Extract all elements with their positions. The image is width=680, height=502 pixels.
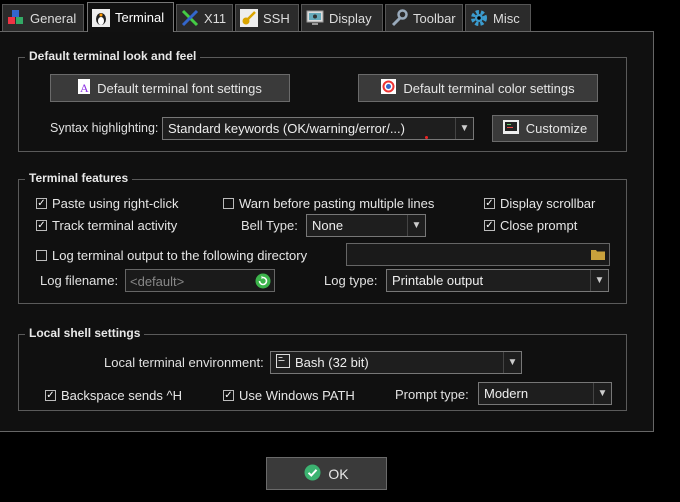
cubes-icon: [7, 9, 25, 27]
checkbox-label: Track terminal activity: [52, 218, 178, 233]
prompt-type-select[interactable]: Modern ▼: [478, 382, 612, 405]
log-filename-placeholder: <default>: [130, 274, 185, 289]
chevron-down-icon: ▼: [503, 352, 521, 373]
group-title: Terminal features: [25, 171, 133, 185]
checkmark-icon: ✓: [484, 219, 495, 231]
monitor-icon: [306, 9, 324, 27]
tab-general[interactable]: General: [2, 4, 84, 31]
checkbox-label: Log terminal output to the following dir…: [52, 248, 308, 263]
close-prompt-checkbox[interactable]: ✓ Close prompt: [484, 218, 577, 233]
select-value: Bash (32 bit): [295, 355, 369, 370]
customize-button[interactable]: Customize: [492, 115, 598, 142]
palette-icon: [381, 79, 397, 97]
log-filename-field[interactable]: <default>: [125, 269, 275, 292]
bell-type-select[interactable]: None ▼: [306, 214, 426, 237]
button-label: Default terminal color settings: [403, 80, 575, 96]
windows-path-checkbox[interactable]: ✓ Use Windows PATH: [223, 388, 355, 403]
group-title: Default terminal look and feel: [25, 49, 201, 63]
checkbox-label: Close prompt: [500, 218, 578, 233]
checkbox-label: Paste using right-click: [52, 196, 179, 211]
tab-terminal[interactable]: Terminal: [87, 2, 174, 32]
button-label: Customize: [525, 121, 588, 136]
tab-display[interactable]: Display: [301, 4, 383, 31]
warn-paste-checkbox[interactable]: Warn before pasting multiple lines: [223, 196, 434, 211]
color-settings-button[interactable]: Default terminal color settings: [358, 74, 598, 102]
display-scrollbar-checkbox[interactable]: ✓ Display scrollbar: [484, 196, 595, 211]
tab-ssh[interactable]: SSH: [235, 4, 299, 31]
terminal-icon: [502, 120, 519, 137]
tab-label: Toolbar: [413, 10, 456, 26]
log-directory-field[interactable]: [346, 243, 610, 266]
tab-label: SSH: [263, 10, 290, 26]
backspace-checkbox[interactable]: ✓ Backspace sends ^H: [45, 388, 182, 403]
tab-x11[interactable]: X11: [176, 4, 233, 31]
font-settings-button[interactable]: A Default terminal font settings: [50, 74, 290, 102]
checkbox-box: [36, 250, 47, 261]
red-dot: [425, 136, 428, 139]
checkbox-label: Use Windows PATH: [239, 388, 355, 403]
button-label: OK: [328, 465, 349, 482]
refresh-icon[interactable]: [255, 273, 271, 292]
log-type-select[interactable]: Printable output ▼: [386, 269, 609, 292]
checkbox-label: Warn before pasting multiple lines: [239, 196, 435, 211]
environment-select[interactable]: Bash (32 bit) ▼: [270, 351, 522, 374]
paste-right-click-checkbox[interactable]: ✓ Paste using right-click: [36, 196, 178, 211]
select-value: Standard keywords (OK/warning/error/...): [168, 121, 405, 136]
checkmark-icon: ✓: [223, 389, 234, 401]
font-icon: A: [78, 79, 91, 97]
log-filename-label: Log filename:: [40, 273, 119, 288]
svg-text:A: A: [80, 81, 89, 94]
check-circle-icon: [304, 464, 321, 484]
bell-type-label: Bell Type:: [241, 218, 298, 233]
tab-misc[interactable]: Misc: [465, 4, 531, 31]
x11-icon: [181, 9, 199, 27]
select-value: Printable output: [392, 273, 484, 288]
track-activity-checkbox[interactable]: ✓ Track terminal activity: [36, 218, 177, 233]
penguin-icon: [92, 8, 110, 27]
select-value: Modern: [484, 386, 529, 401]
checkbox-label: Backspace sends ^H: [61, 388, 182, 403]
checkmark-icon: ✓: [36, 197, 47, 209]
checkbox-box: [223, 198, 234, 209]
wrench-icon: [390, 9, 408, 27]
syntax-highlighting-select[interactable]: Standard keywords (OK/warning/error/...)…: [162, 117, 474, 140]
tab-toolbar[interactable]: Toolbar: [385, 4, 463, 31]
tab-label: Terminal: [115, 10, 165, 25]
bash-icon: [276, 354, 290, 371]
button-label: Default terminal font settings: [97, 80, 262, 96]
chevron-down-icon: ▼: [590, 270, 608, 291]
ok-button[interactable]: OK: [266, 457, 387, 490]
log-output-checkbox[interactable]: Log terminal output to the following dir…: [36, 248, 307, 263]
tab-label: X11: [204, 10, 227, 26]
chevron-down-icon: ▼: [407, 215, 425, 236]
checkmark-icon: ✓: [36, 219, 47, 231]
log-type-label: Log type:: [324, 273, 378, 288]
tab-label: Misc: [493, 10, 520, 26]
group-title: Local shell settings: [25, 326, 145, 340]
prompt-type-label: Prompt type:: [395, 387, 469, 402]
checkmark-icon: ✓: [45, 389, 56, 401]
chevron-down-icon: ▼: [455, 118, 473, 139]
checkbox-label: Display scrollbar: [500, 196, 596, 211]
environment-label: Local terminal environment:: [104, 355, 264, 370]
checkmark-icon: ✓: [484, 197, 495, 209]
gear-icon: [470, 9, 488, 27]
tab-label: Display: [329, 10, 372, 26]
folder-icon[interactable]: [591, 248, 605, 263]
tab-label: General: [30, 10, 77, 26]
key-icon: [240, 9, 258, 27]
chevron-down-icon: ▼: [593, 383, 611, 404]
syntax-highlighting-label: Syntax highlighting:: [50, 121, 159, 135]
select-value: None: [312, 218, 344, 233]
